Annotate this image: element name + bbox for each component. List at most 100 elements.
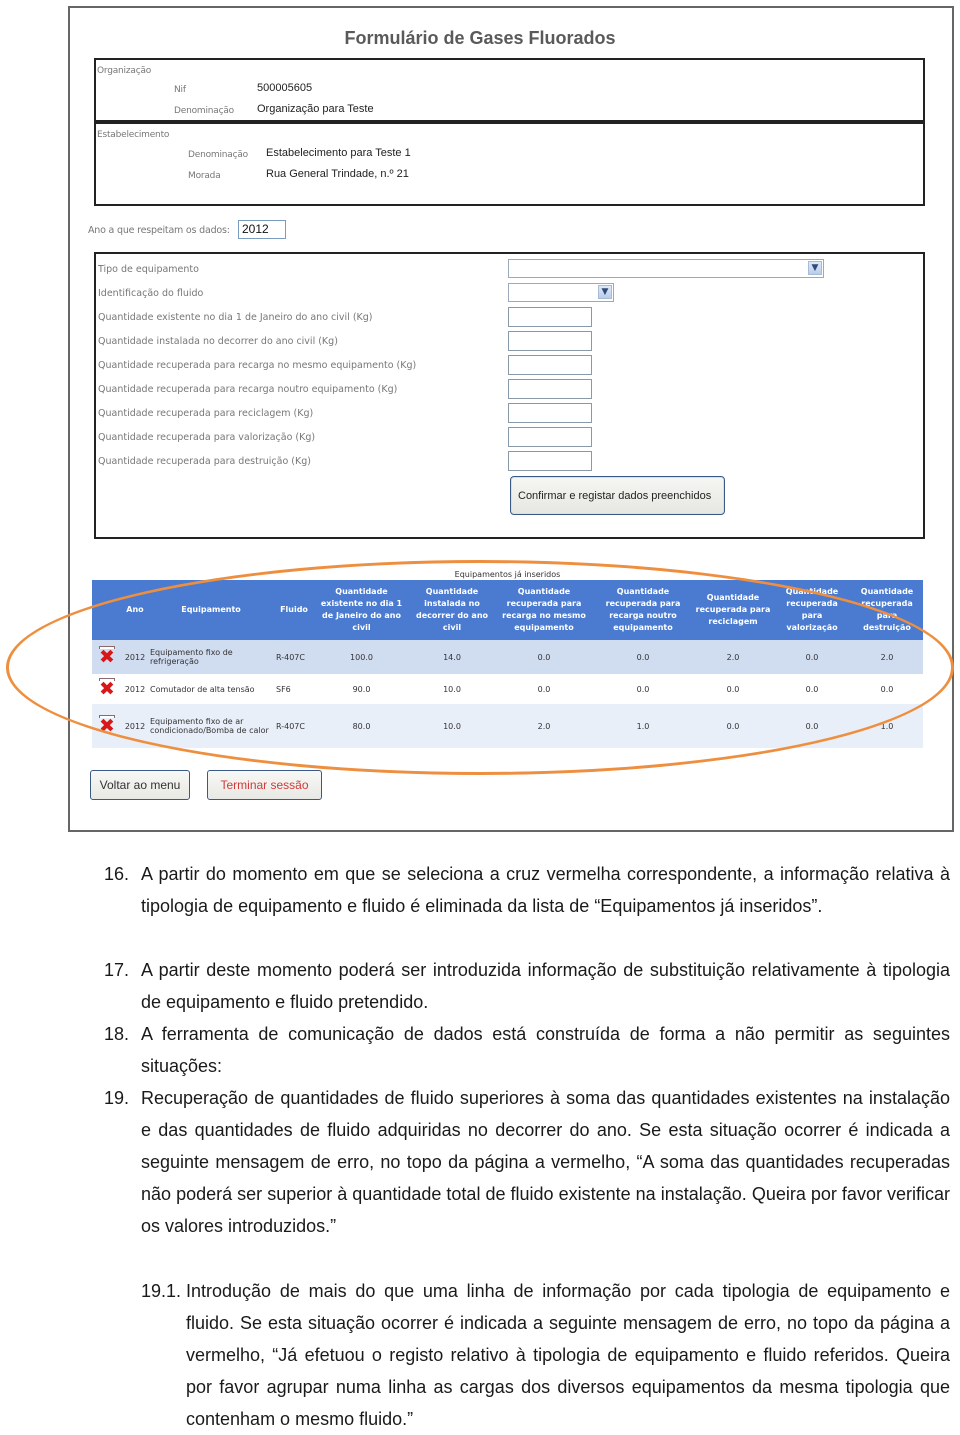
header-recovered-valorization: Quantidade recuperada para valorização xyxy=(773,580,851,640)
table-caption: Equipamentos já inseridos xyxy=(454,570,561,579)
header-initial-quantity: Quantidade existente no dia 1 de Janeiro… xyxy=(314,580,409,640)
recovered-destruction-input[interactable] xyxy=(508,451,592,471)
cell-quantity: 10.0 xyxy=(409,704,495,748)
recovered-other-equipment-input[interactable] xyxy=(508,379,592,399)
table-row: ✖ 2012 Comutador de alta tensão SF6 90.0 10.0… xyxy=(92,674,923,704)
address-value: Rua General Trindade, n.º 21 xyxy=(266,168,409,180)
cell-quantity: 0.0 xyxy=(693,704,773,748)
page-title: Formulário de Gases Fluorados xyxy=(344,28,616,48)
cell-fluid: R-407C xyxy=(274,704,314,748)
cell-quantity: 0.0 xyxy=(773,674,851,704)
cell-fluid: R-407C xyxy=(274,640,314,674)
cell-equipment: Equipamento fixo de ar condicionado/Bomb… xyxy=(148,704,274,748)
confirm-register-button[interactable]: Confirmar e registar dados preenchidos xyxy=(510,476,725,515)
header-fluid: Fluido xyxy=(274,580,314,640)
cell-quantity: 2.0 xyxy=(693,640,773,674)
initial-quantity-input[interactable] xyxy=(508,307,592,327)
cell-quantity: 0.0 xyxy=(851,674,923,704)
red-x-icon: ✖ xyxy=(99,646,115,668)
cell-quantity: 0.0 xyxy=(773,704,851,748)
equipment-type-select[interactable]: ▼ xyxy=(508,259,824,278)
field-label: Identificação do fluido xyxy=(98,288,204,299)
field-label: Quantidade recuperada para recarga no me… xyxy=(98,360,417,371)
cell-quantity: 0.0 xyxy=(693,674,773,704)
chevron-down-icon[interactable]: ▼ xyxy=(808,261,822,275)
establishment-box xyxy=(94,122,925,206)
field-label: Quantidade recuperada para destruição (K… xyxy=(98,456,311,467)
cell-quantity: 2.0 xyxy=(851,640,923,674)
red-x-icon: ✖ xyxy=(99,715,115,737)
field-label: Quantidade recuperada para valorização (… xyxy=(98,432,316,443)
table-row: ✖ 2012 Equipamento fixo de refrigeração R-4… xyxy=(92,640,923,674)
delete-cell[interactable]: ✖ xyxy=(92,640,122,674)
fluid-select[interactable]: ▼ xyxy=(508,283,614,302)
item-number: 16. xyxy=(104,864,130,884)
cell-quantity: 14.0 xyxy=(409,640,495,674)
cell-year: 2012 xyxy=(122,640,148,674)
cell-quantity: 2.0 xyxy=(495,704,593,748)
cell-quantity: 0.0 xyxy=(593,640,693,674)
cell-quantity: 0.0 xyxy=(593,674,693,704)
delete-row-icon[interactable]: ✖ xyxy=(97,715,117,737)
cell-quantity: 1.0 xyxy=(851,704,923,748)
nif-label: Nif xyxy=(174,85,186,95)
organization-name-label: Denominação xyxy=(174,106,234,116)
cell-quantity: 1.0 xyxy=(593,704,693,748)
field-label: Quantidade recuperada para reciclagem (K… xyxy=(98,408,314,419)
cell-year: 2012 xyxy=(122,704,148,748)
delete-row-icon[interactable]: ✖ xyxy=(97,646,117,668)
item-number: 19. xyxy=(104,1088,130,1108)
document-paragraph: A ferramenta de comunicação de dados est… xyxy=(141,1024,950,1076)
installed-quantity-input[interactable] xyxy=(508,331,592,351)
field-label: Quantidade instalada no decorrer do ano … xyxy=(98,336,338,347)
equipment-table: Ano Equipamento Fluido Quantidade existe… xyxy=(92,580,923,748)
organization-name-value: Organização para Teste xyxy=(257,103,374,115)
header-recovered-destruction: Quantidade recuperada para destruição xyxy=(851,580,923,640)
delete-cell[interactable]: ✖ xyxy=(92,674,122,704)
cell-equipment: Equipamento fixo de refrigeração xyxy=(148,640,274,674)
establishment-name-value: Estabelecimento para Teste 1 xyxy=(266,147,411,159)
document-paragraph: Introdução de mais do que uma linha de i… xyxy=(186,1281,950,1429)
recovered-same-equipment-input[interactable] xyxy=(508,355,592,375)
cell-quantity: 0.0 xyxy=(773,640,851,674)
back-to-menu-button[interactable]: Voltar ao menu xyxy=(90,770,190,800)
field-label: Tipo de equipamento xyxy=(98,264,199,275)
cell-quantity: 90.0 xyxy=(314,674,409,704)
establishment-name-label: Denominação xyxy=(188,150,248,160)
year-label: Ano a que respeitam os dados: xyxy=(88,225,230,236)
header-recovered-other: Quantidade recuperada para recarga noutr… xyxy=(593,580,693,640)
header-installed-quantity: Quantidade instalada no decorrer do ano … xyxy=(409,580,495,640)
organization-section-label: Organização xyxy=(97,66,152,76)
logout-button[interactable]: Terminar sessão xyxy=(207,770,322,800)
establishment-section-label: Estabelecimento xyxy=(97,130,170,140)
item-number: 17. xyxy=(104,960,130,980)
cell-equipment: Comutador de alta tensão xyxy=(148,674,274,704)
address-label: Morada xyxy=(188,171,221,181)
red-x-icon: ✖ xyxy=(99,678,115,700)
year-input[interactable]: 2012 xyxy=(238,220,286,239)
delete-row-icon[interactable]: ✖ xyxy=(97,678,117,700)
item-number: 18. xyxy=(104,1024,130,1044)
table-header-row: Ano Equipamento Fluido Quantidade existe… xyxy=(92,580,923,640)
cell-fluid: SF6 xyxy=(274,674,314,704)
header-equipment: Equipamento xyxy=(148,580,274,640)
nif-value: 500005605 xyxy=(257,82,313,94)
cell-year: 2012 xyxy=(122,674,148,704)
chevron-down-icon[interactable]: ▼ xyxy=(598,285,612,299)
cell-quantity: 80.0 xyxy=(314,704,409,748)
document-paragraph: Recuperação de quantidades de fluido sup… xyxy=(141,1088,950,1236)
cell-quantity: 0.0 xyxy=(495,640,593,674)
delete-cell[interactable]: ✖ xyxy=(92,704,122,748)
header-delete xyxy=(92,580,122,640)
document-paragraph: A partir do momento em que se seleciona … xyxy=(141,864,950,916)
field-label: Quantidade recuperada para recarga noutr… xyxy=(98,384,398,395)
cell-quantity: 100.0 xyxy=(314,640,409,674)
cell-quantity: 10.0 xyxy=(409,674,495,704)
recovered-valorization-input[interactable] xyxy=(508,427,592,447)
header-recovered-recycling: Quantidade recuperada para reciclagem xyxy=(693,580,773,640)
cell-quantity: 0.0 xyxy=(495,674,593,704)
field-label: Quantidade existente no dia 1 de Janeiro… xyxy=(98,312,373,323)
item-number: 19.1. xyxy=(141,1281,182,1301)
recovered-recycling-input[interactable] xyxy=(508,403,592,423)
table-row: ✖ 2012 Equipamento fixo de ar condicionado… xyxy=(92,704,923,748)
